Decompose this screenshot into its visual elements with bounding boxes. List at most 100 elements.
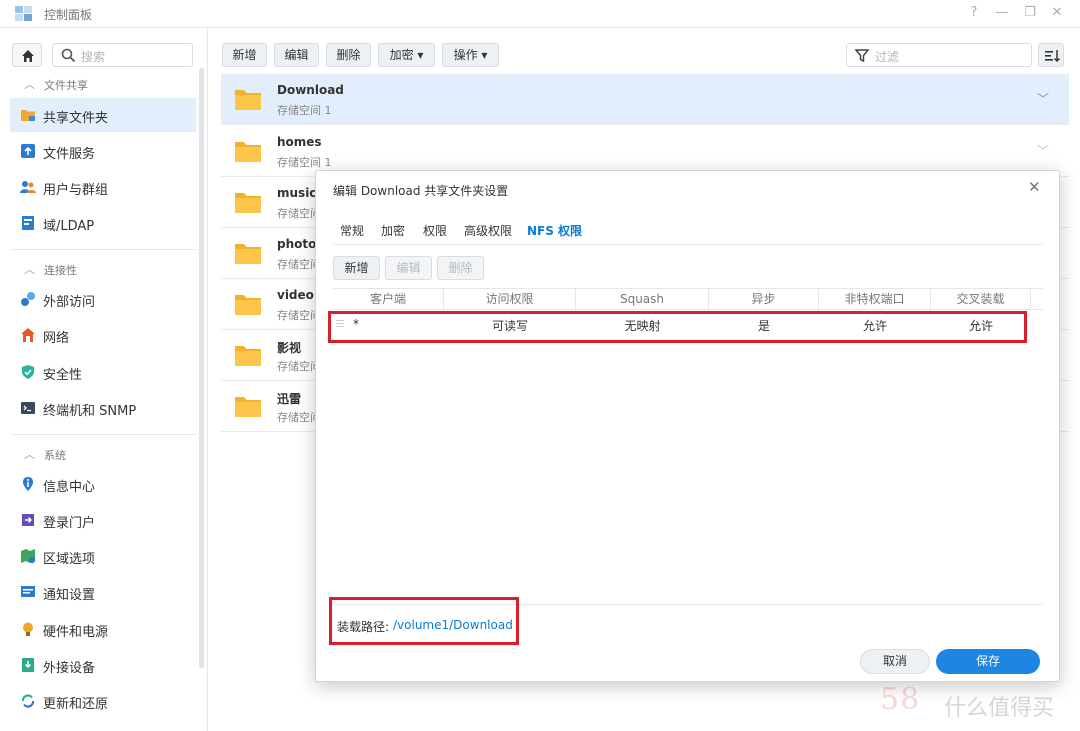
filter-icon <box>855 49 869 63</box>
rule-highlight-box <box>328 311 1027 343</box>
chevron-down-icon[interactable]: ﹀ <box>1037 142 1049 159</box>
tab-nfs-permissions[interactable]: NFS 权限 <box>527 222 582 239</box>
sidebar-item-network[interactable]: 网络 <box>10 318 196 352</box>
close-window-icon[interactable]: ✕ <box>1048 4 1066 22</box>
sidebar-item-file-services[interactable]: 文件服务 <box>10 134 196 168</box>
column-header-client[interactable]: 客户端 <box>333 289 444 311</box>
sidebar-item-label: 更新和还原 <box>43 697 109 712</box>
nfs-rules-header: 客户端 访问权限 Squash 异步 非特权端口 交叉装载 <box>333 288 1043 311</box>
restore-icon[interactable]: ❐ <box>1021 4 1039 22</box>
sort-button[interactable] <box>1038 43 1064 67</box>
search-icon <box>61 48 76 63</box>
search-input[interactable]: 搜索 <box>52 43 193 67</box>
sidebar-divider <box>10 249 196 250</box>
sidebar-item-label: 文件服务 <box>43 147 96 162</box>
sidebar-item-hardware-power[interactable]: 硬件和电源 <box>10 612 196 646</box>
tab-encryption[interactable]: 加密 <box>381 222 405 239</box>
info-center-icon <box>23 477 33 491</box>
sidebar-item-login-portal[interactable]: 登录门户 <box>10 503 196 537</box>
sidebar-item-domain-ldap[interactable]: 域/LDAP <box>10 206 196 240</box>
group-header-connectivity[interactable]: ︿ 连接性 <box>0 258 196 280</box>
folder-icon <box>235 193 261 213</box>
mount-path-highlight-box <box>329 597 519 645</box>
group-label: 系统 <box>44 449 66 462</box>
edit-shared-folder-dialog: 编辑 Download 共享文件夹设置 ✕ 常规 加密 权限 高级权限 NFS … <box>315 170 1060 682</box>
group-header-file-sharing[interactable]: ︿ 文件共享 <box>0 73 196 95</box>
close-icon[interactable]: ✕ <box>1028 178 1041 196</box>
folder-icon <box>235 90 261 110</box>
update-restore-icon <box>21 694 35 708</box>
sidebar-item-label: 硬件和电源 <box>43 625 109 640</box>
column-header-nonpriv-port[interactable]: 非特权端口 <box>819 289 931 311</box>
control-panel-icon <box>15 6 32 21</box>
sidebar-item-label: 通知设置 <box>43 588 96 603</box>
folder-icon <box>235 244 261 264</box>
tab-permissions[interactable]: 权限 <box>423 222 447 239</box>
sidebar-item-label: 域/LDAP <box>43 219 95 234</box>
sidebar-item-regional-options[interactable]: 区域选项 <box>10 539 196 573</box>
chevron-down-icon[interactable]: ﹀ <box>1037 90 1049 107</box>
nfs-edit-button[interactable]: 编辑 <box>385 256 432 280</box>
domain-ldap-icon <box>22 216 34 230</box>
help-icon[interactable]: ? <box>965 4 983 22</box>
sidebar-item-label: 登录门户 <box>43 516 96 531</box>
home-button[interactable] <box>12 43 42 67</box>
sidebar-item-external-access[interactable]: 外部访问 <box>10 282 196 316</box>
dialog-title: 编辑 Download 共享文件夹设置 <box>333 184 509 198</box>
minimize-icon[interactable]: — <box>993 4 1011 22</box>
security-shield-icon <box>22 365 34 379</box>
sidebar-item-terminal-snmp[interactable]: 终端机和 SNMP <box>10 391 196 425</box>
sidebar-item-update-restore[interactable]: 更新和还原 <box>10 684 196 718</box>
tab-general[interactable]: 常规 <box>340 222 364 239</box>
nfs-delete-button[interactable]: 删除 <box>437 256 484 280</box>
column-header-squash[interactable]: Squash <box>576 289 709 311</box>
tab-advanced-permissions[interactable]: 高级权限 <box>464 222 512 239</box>
watermark-text: 什么值得买 <box>944 696 1055 721</box>
folder-icon <box>235 142 261 162</box>
column-header-async[interactable]: 异步 <box>709 289 819 311</box>
save-button[interactable]: 保存 <box>936 649 1040 674</box>
column-header-crossmnt[interactable]: 交叉装载 <box>931 289 1031 311</box>
external-devices-icon <box>22 658 34 672</box>
sidebar-item-external-devices[interactable]: 外接设备 <box>10 648 196 682</box>
sidebar-item-label: 信息中心 <box>43 480 96 495</box>
folder-row-download[interactable]: Download 存储空间 1 ﹀ <box>221 74 1069 125</box>
chevron-up-icon: ︿ <box>24 448 35 461</box>
sidebar-item-label: 用户与群组 <box>43 183 109 198</box>
encrypt-dropdown[interactable]: 加密 ▾ <box>378 43 435 67</box>
login-portal-icon <box>22 514 34 526</box>
group-label: 文件共享 <box>44 79 88 92</box>
action-dropdown[interactable]: 操作 ▾ <box>442 43 499 67</box>
external-access-icon <box>21 292 35 306</box>
column-header-access[interactable]: 访问权限 <box>444 289 576 311</box>
sidebar: 搜索 ︿ 文件共享 共享文件夹 文件服务 用户与群组 域/LDAP ︿ 连接性 … <box>0 28 208 731</box>
watermark-brand: 58 <box>880 682 921 717</box>
group-header-system[interactable]: ︿ 系统 <box>0 443 196 465</box>
hardware-power-icon <box>23 622 33 636</box>
sidebar-item-users-groups[interactable]: 用户与群组 <box>10 170 196 204</box>
folder-name: 影视 <box>277 341 302 355</box>
sidebar-item-label: 安全性 <box>43 368 83 383</box>
sidebar-item-label: 外部访问 <box>43 295 96 310</box>
delete-button[interactable]: 删除 <box>326 43 371 67</box>
sidebar-item-notification[interactable]: 通知设置 <box>10 575 196 609</box>
sidebar-item-security[interactable]: 安全性 <box>10 355 196 389</box>
sidebar-item-label: 共享文件夹 <box>43 111 109 126</box>
sort-icon <box>1045 50 1061 63</box>
sidebar-scrollbar[interactable] <box>199 68 204 668</box>
create-button[interactable]: 新增 <box>222 43 267 67</box>
tab-divider <box>333 244 1043 245</box>
title-bar: 控制面板 ? — ❐ ✕ <box>0 0 1080 28</box>
chevron-up-icon: ︿ <box>24 78 35 91</box>
chevron-up-icon: ︿ <box>24 263 35 276</box>
folder-name: 迅雷 <box>277 392 302 406</box>
sidebar-item-shared-folder[interactable]: 共享文件夹 <box>10 98 196 132</box>
nfs-create-button[interactable]: 新增 <box>333 256 380 280</box>
edit-button[interactable]: 编辑 <box>274 43 319 67</box>
sidebar-item-info-center[interactable]: 信息中心 <box>10 467 196 501</box>
terminal-icon <box>21 402 35 414</box>
filter-input[interactable]: 过滤 <box>846 43 1032 67</box>
cancel-button[interactable]: 取消 <box>860 649 930 674</box>
sidebar-divider <box>10 434 196 435</box>
sidebar-item-label: 网络 <box>43 331 70 346</box>
